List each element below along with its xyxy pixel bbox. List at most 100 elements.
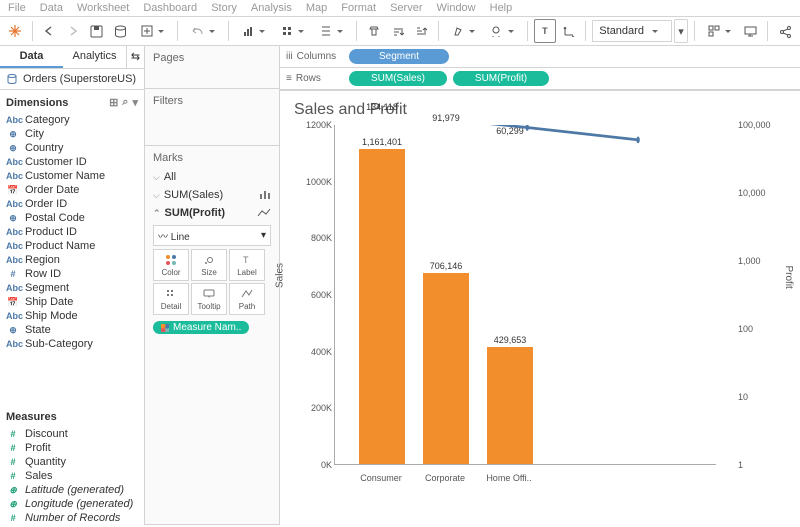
field-sub-category[interactable]: AbcSub-Category [0, 337, 144, 351]
marks-sumprofit[interactable]: ⌃SUM(Profit) [153, 204, 271, 222]
marks-path[interactable]: Path [229, 283, 265, 315]
datasource-icon [6, 73, 18, 85]
field-postal-code[interactable]: ⊕Postal Code [0, 211, 144, 225]
menu-window[interactable]: Window [437, 2, 476, 14]
svg-text:T: T [243, 255, 249, 265]
label-toggle[interactable]: T [534, 19, 556, 43]
dim-menu-icon[interactable]: ▾ [132, 96, 138, 109]
fit-caret[interactable]: ▾ [674, 19, 688, 43]
field-row-id[interactable]: #Row ID [0, 267, 144, 281]
desc-sort-button[interactable] [411, 19, 433, 43]
pill-sumprofit[interactable]: SUM(Profit) [453, 71, 549, 86]
marks-label[interactable]: TLabel [229, 249, 265, 281]
pill-segment[interactable]: Segment [349, 49, 449, 64]
menu-story[interactable]: Story [211, 2, 237, 14]
mark-type-selector[interactable]: 〰 Line▾ [153, 225, 271, 246]
menu-analysis[interactable]: Analysis [251, 2, 292, 14]
line-icon [257, 208, 271, 218]
field-country[interactable]: ⊕Country [0, 141, 144, 155]
pill-measure-names[interactable]: Measure Nam.. [153, 321, 249, 334]
menu-file[interactable]: File [8, 2, 26, 14]
datasource-label: Orders (SuperstoreUS) [23, 73, 136, 85]
marks-detail[interactable]: Detail [153, 283, 189, 315]
view-grid-icon[interactable]: ⊞ [109, 96, 118, 109]
plot-area[interactable]: 1,161,401706,146429,653134,11891,97960,2… [334, 125, 716, 465]
field-ship-date[interactable]: 📅Ship Date [0, 295, 144, 309]
x-axis[interactable]: ConsumerCorporateHome Offi.. [334, 465, 716, 485]
pill-sumsales[interactable]: SUM(Sales) [349, 71, 447, 86]
highlight-button[interactable] [445, 19, 482, 43]
menu-data[interactable]: Data [40, 2, 63, 14]
field-number-of-records[interactable]: #Number of Records [0, 511, 144, 525]
columns-shelf[interactable]: iiiColumns Segment [280, 46, 800, 68]
field-product-id[interactable]: AbcProduct ID [0, 225, 144, 239]
marks-tooltip[interactable]: Tooltip [191, 283, 227, 315]
field-profit[interactable]: #Profit [0, 441, 144, 455]
field-product-name[interactable]: AbcProduct Name [0, 239, 144, 253]
showme-cards[interactable] [701, 19, 738, 43]
tableau-logo[interactable] [4, 19, 26, 43]
fit-selector[interactable]: Standard [592, 20, 672, 42]
side-pane: Pages Filters Marks ⌵All ⌵SUM(Sales) ⌃SU… [145, 46, 280, 525]
field-quantity[interactable]: #Quantity [0, 455, 144, 469]
marks-all[interactable]: ⌵All [153, 168, 271, 186]
undo-dropdown[interactable] [183, 19, 222, 43]
field-ship-mode[interactable]: AbcShip Mode [0, 309, 144, 323]
menu-server[interactable]: Server [390, 2, 422, 14]
sortdesc-button[interactable] [313, 19, 350, 43]
field-longitude-generated-[interactable]: ⊕Longitude (generated) [0, 497, 144, 511]
field-customer-id[interactable]: AbcCustomer ID [0, 155, 144, 169]
menu-dashboard[interactable]: Dashboard [143, 2, 197, 14]
menu-help[interactable]: Help [490, 2, 513, 14]
marks-color[interactable]: Color [153, 249, 189, 281]
data-pane: Data Analytics ⇆ Orders (SuperstoreUS) D… [0, 46, 145, 525]
share-button[interactable] [774, 19, 796, 43]
tab-data[interactable]: Data [0, 46, 63, 68]
search-icon[interactable]: ⌕ [122, 96, 128, 109]
main-menu: File Data Worksheet Dashboard Story Analysis M… [0, 0, 800, 16]
save-button[interactable] [86, 19, 108, 43]
swap-button[interactable] [235, 19, 272, 43]
marks-header: Marks [153, 152, 271, 164]
field-order-date[interactable]: 📅Order Date [0, 183, 144, 197]
menu-map[interactable]: Map [306, 2, 327, 14]
field-latitude-generated-[interactable]: ⊕Latitude (generated) [0, 483, 144, 497]
field-state[interactable]: ⊕State [0, 323, 144, 337]
bar-icon [259, 190, 271, 200]
datasource-item[interactable]: Orders (SuperstoreUS) [0, 69, 144, 90]
connect-icon[interactable]: ⇆ [126, 46, 144, 68]
y-axis-left[interactable]: 0K200K400K600K800K1000K1200KSales [294, 125, 334, 465]
rows-shelf[interactable]: ≡Rows SUM(Sales) SUM(Profit) [280, 68, 800, 90]
field-city[interactable]: ⊕City [0, 127, 144, 141]
measures-header: Measures [6, 411, 57, 423]
dimensions-header: Dimensions [6, 97, 68, 109]
presentation-button[interactable] [740, 19, 762, 43]
group-button[interactable] [484, 19, 521, 43]
field-sales[interactable]: #Sales [0, 469, 144, 483]
filters-shelf[interactable]: Filters [153, 95, 271, 107]
field-discount[interactable]: #Discount [0, 427, 144, 441]
menu-format[interactable]: Format [341, 2, 376, 14]
field-customer-name[interactable]: AbcCustomer Name [0, 169, 144, 183]
tab-analytics[interactable]: Analytics [63, 46, 126, 68]
fix-axes-button[interactable] [558, 19, 580, 43]
clear-button[interactable] [363, 19, 385, 43]
field-order-id[interactable]: AbcOrder ID [0, 197, 144, 211]
forward-button[interactable] [62, 19, 84, 43]
new-sheet-button[interactable] [134, 19, 171, 43]
back-button[interactable] [39, 19, 61, 43]
asc-sort-button[interactable] [387, 19, 409, 43]
marks-size[interactable]: Size [191, 249, 227, 281]
field-region[interactable]: AbcRegion [0, 253, 144, 267]
pages-shelf[interactable]: Pages [153, 52, 271, 64]
sortasc-button[interactable] [274, 19, 311, 43]
field-segment[interactable]: AbcSegment [0, 281, 144, 295]
menu-worksheet[interactable]: Worksheet [77, 2, 129, 14]
worksheet: iiiColumns Segment ≡Rows SUM(Sales) SUM(… [280, 46, 800, 525]
field-category[interactable]: AbcCategory [0, 113, 144, 127]
chart-area[interactable]: 0K200K400K600K800K1000K1200KSales 1,161,… [294, 125, 786, 485]
columns-icon: iii [286, 51, 293, 62]
new-datasource-button[interactable] [110, 19, 132, 43]
marks-sumsales[interactable]: ⌵SUM(Sales) [153, 186, 271, 204]
y-axis-right[interactable]: 1101001,00010,000100,000Profit [736, 125, 786, 465]
